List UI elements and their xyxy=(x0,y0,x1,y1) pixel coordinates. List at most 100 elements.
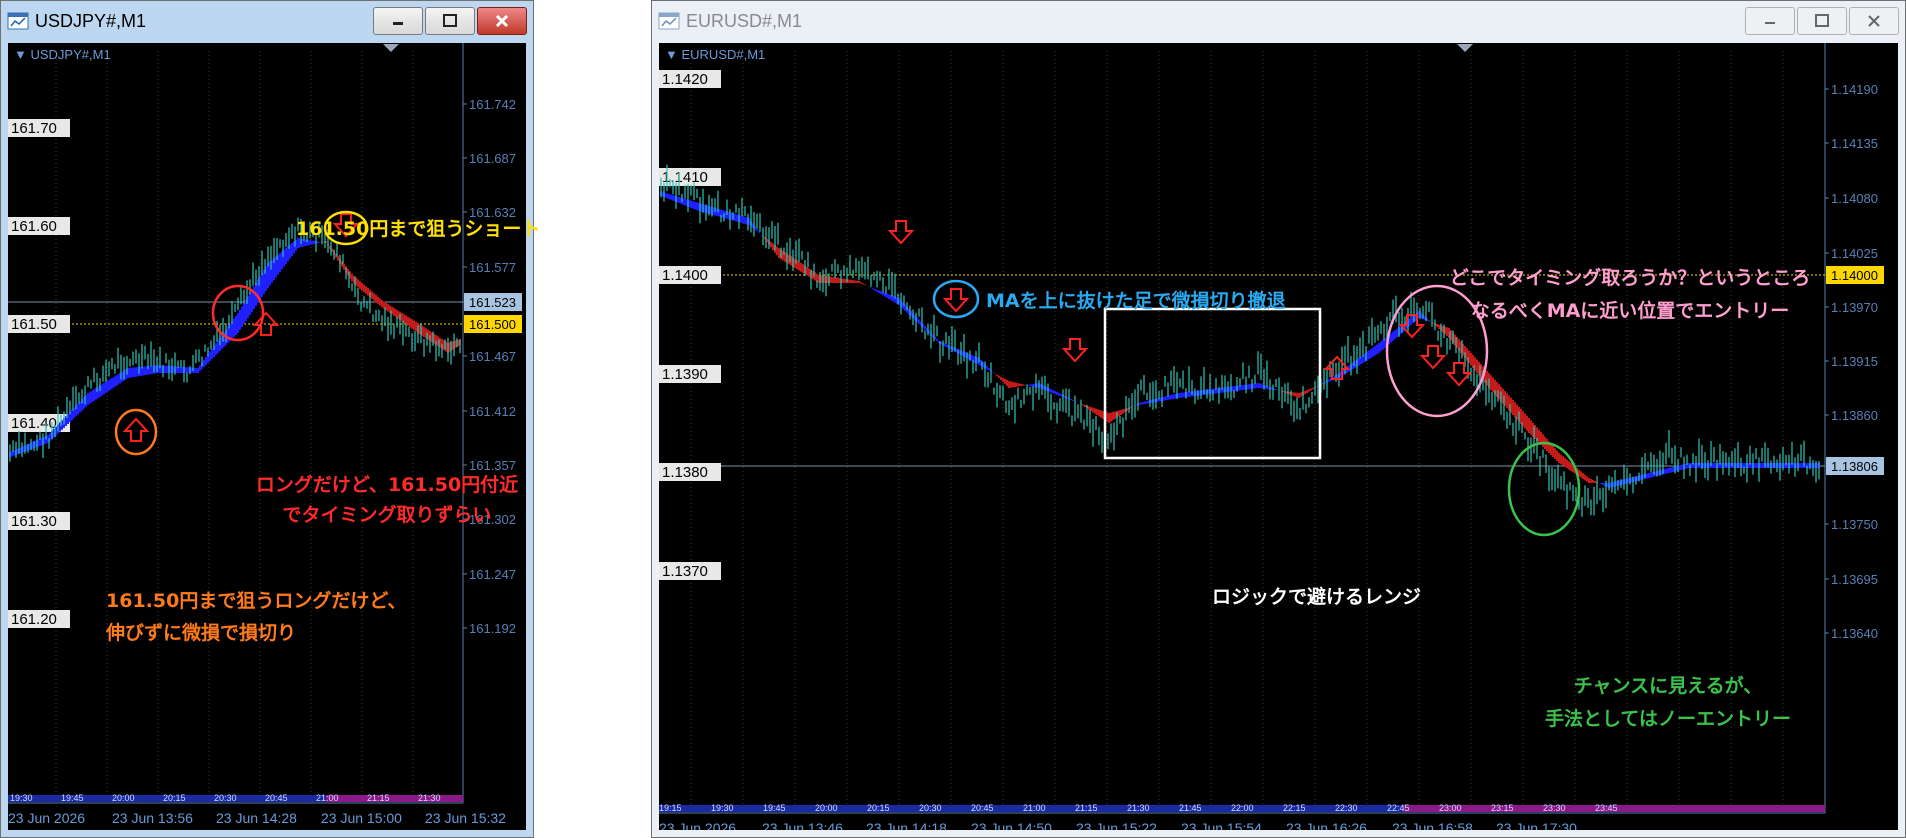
session-tick-label: 21:00 xyxy=(316,793,339,803)
session-tick-label: 22:15 xyxy=(1283,803,1306,813)
time-axis-label: 23 Jun 13:46 xyxy=(762,820,843,830)
session-tick-label: 19:45 xyxy=(61,793,84,803)
usdjpy-chart-window[interactable]: USDJPY#,M1 161.742 161.687 161.632 161.577 1… xyxy=(0,0,534,838)
price-axis-label: 1.13970 xyxy=(1831,300,1878,315)
window-title: USDJPY#,M1 xyxy=(35,10,147,31)
session-tick-label: 20:45 xyxy=(265,793,288,803)
session-tick-label: 20:45 xyxy=(971,803,994,813)
ma-exit-arrow xyxy=(942,288,970,313)
short-signal-arrow xyxy=(1061,338,1089,363)
symbol-text: USDJPY#,M1 xyxy=(30,47,111,62)
session-tick-label: 20:00 xyxy=(815,803,838,813)
time-axis-label: 23 Jun 15:54 xyxy=(1181,820,1262,830)
long-timing-note: ロングだけど、161.50円付近 でタイミング取りずらい xyxy=(244,470,530,530)
time-axis-label: 23 Jun 14:50 xyxy=(971,820,1052,830)
price-axis-label: 1.13860 xyxy=(1831,408,1878,423)
ma-exit-note: MAを上に抜けた足で微損切り撤退 xyxy=(986,290,1286,312)
round-level-label: 161.60 xyxy=(11,218,57,235)
price-axis-label: 161.742 xyxy=(469,97,516,112)
level-price-text: 1.14000 xyxy=(1831,268,1878,283)
price-axis-label: 161.412 xyxy=(469,404,516,419)
time-axis-label: 23 Jun 15:22 xyxy=(1076,820,1157,830)
session-tick-label: 20:30 xyxy=(919,803,942,813)
usdjpy-chart-canvas[interactable]: 161.742161.687161.632161.577161.523161.4… xyxy=(8,43,526,830)
session-tick-label: 21:00 xyxy=(1023,803,1046,813)
session-tick-label: 22:45 xyxy=(1387,803,1410,813)
price-axis-label: 1.14025 xyxy=(1831,246,1878,261)
session-tick-label: 22:00 xyxy=(1231,803,1254,813)
close-button[interactable] xyxy=(477,7,527,35)
chart-window-icon xyxy=(7,12,29,30)
session-tick-label: 20:30 xyxy=(214,793,237,803)
session-tick-label: 21:30 xyxy=(418,793,441,803)
minimize-icon xyxy=(393,22,403,25)
session-tick-label: 20:15 xyxy=(163,793,186,803)
session-tick-label: 23:00 xyxy=(1439,803,1462,813)
session-tick-label: 23:30 xyxy=(1543,803,1566,813)
usdjpy-chart-area[interactable]: 161.742161.687161.632161.577161.523161.4… xyxy=(8,43,526,830)
round-level-label: 161.30 xyxy=(11,513,57,530)
chart-shift-marker xyxy=(1457,44,1473,52)
session-tick-label: 20:15 xyxy=(867,803,890,813)
chance-line2: 手法としてはノーエントリー xyxy=(1544,708,1792,730)
minimize-button[interactable] xyxy=(373,7,423,35)
session-bar xyxy=(326,795,463,802)
long-stoploss-circle xyxy=(114,408,158,456)
round-level-label: 1.1400 xyxy=(662,267,708,284)
close-icon xyxy=(1868,15,1880,27)
time-axis-label: 23 Jun 2026 xyxy=(8,810,85,826)
price-axis-label: 1.14190 xyxy=(1831,82,1878,97)
time-axis-label: 23 Jun 13:56 xyxy=(112,810,193,826)
session-tick-label: 23:45 xyxy=(1595,803,1618,813)
chance-note: チャンスに見えるが、 手法としてはノーエントリー xyxy=(1528,670,1808,736)
no-entry-circle xyxy=(1507,441,1581,537)
timing-arrow-3 xyxy=(1445,362,1473,387)
time-axis-label: 23 Jun 2026 xyxy=(659,820,736,830)
dropdown-triangle-icon[interactable]: ▼ xyxy=(14,47,30,62)
price-axis-label: 161.577 xyxy=(469,260,516,275)
time-axis-label: 23 Jun 15:32 xyxy=(425,810,506,826)
session-tick-label: 21:15 xyxy=(367,793,390,803)
price-axis-label: 1.14135 xyxy=(1831,136,1878,151)
short-target-note: 161.50円まで狙うショート xyxy=(296,218,541,240)
price-axis-label: 1.13750 xyxy=(1831,517,1878,532)
session-tick-label: 19:30 xyxy=(711,803,734,813)
minimize-button[interactable] xyxy=(1745,7,1795,35)
round-level-label: 161.20 xyxy=(11,611,57,628)
timing-note: どこでタイミング取ろうか？というところ なるべくMAに近い位置でエントリー xyxy=(1430,262,1830,328)
round-level-label: 161.40 xyxy=(11,415,57,432)
price-axis-label: 1.14080 xyxy=(1831,191,1878,206)
close-button[interactable] xyxy=(1849,7,1899,35)
timing-line1: どこでタイミング取ろうか？というところ xyxy=(1449,267,1811,289)
price-axis-label: 1.13915 xyxy=(1831,354,1878,369)
long-timing-line2: でタイミング取りずらい xyxy=(282,504,492,526)
price-axis-label: 161.247 xyxy=(469,567,516,582)
session-tick-label: 19:45 xyxy=(763,803,786,813)
price-axis-label: 161.687 xyxy=(469,151,516,166)
round-level-label: 1.1420 xyxy=(662,71,708,88)
time-axis-label: 23 Jun 14:18 xyxy=(866,820,947,830)
price-axis-label: 1.13640 xyxy=(1831,626,1878,641)
session-tick-label: 23:15 xyxy=(1491,803,1514,813)
round-level-label: 1.1370 xyxy=(662,563,708,580)
round-level-label: 1.1380 xyxy=(662,464,708,481)
timing-arrow-2 xyxy=(1419,345,1447,370)
dropdown-triangle-icon[interactable]: ▼ xyxy=(665,47,681,62)
long-stoploss-line1: 161.50円まで狙うロングだけど、 xyxy=(106,590,407,612)
eurusd-title-bar[interactable]: EURUSD#,M1 xyxy=(652,1,1905,41)
close-icon xyxy=(495,14,509,28)
session-tick-label: 19:30 xyxy=(10,793,33,803)
maximize-button[interactable] xyxy=(1797,7,1847,35)
maximize-button[interactable] xyxy=(425,7,475,35)
time-axis-label: 23 Jun 16:58 xyxy=(1392,820,1473,830)
bid-price-text: 1.13806 xyxy=(1831,459,1878,474)
round-level-label: 161.70 xyxy=(11,120,57,137)
time-axis-label: 23 Jun 17:30 xyxy=(1496,820,1577,830)
time-axis-label: 23 Jun 15:00 xyxy=(321,810,402,826)
symbol-label: ▼ EURUSD#,M1 xyxy=(665,47,765,62)
session-tick-label: 19:15 xyxy=(659,803,682,813)
long-stoploss-line2: 伸びずに微損で損切り xyxy=(106,622,297,644)
chart-shift-marker xyxy=(383,44,399,52)
session-tick-label: 22:30 xyxy=(1335,803,1358,813)
session-tick-label: 20:00 xyxy=(112,793,135,803)
